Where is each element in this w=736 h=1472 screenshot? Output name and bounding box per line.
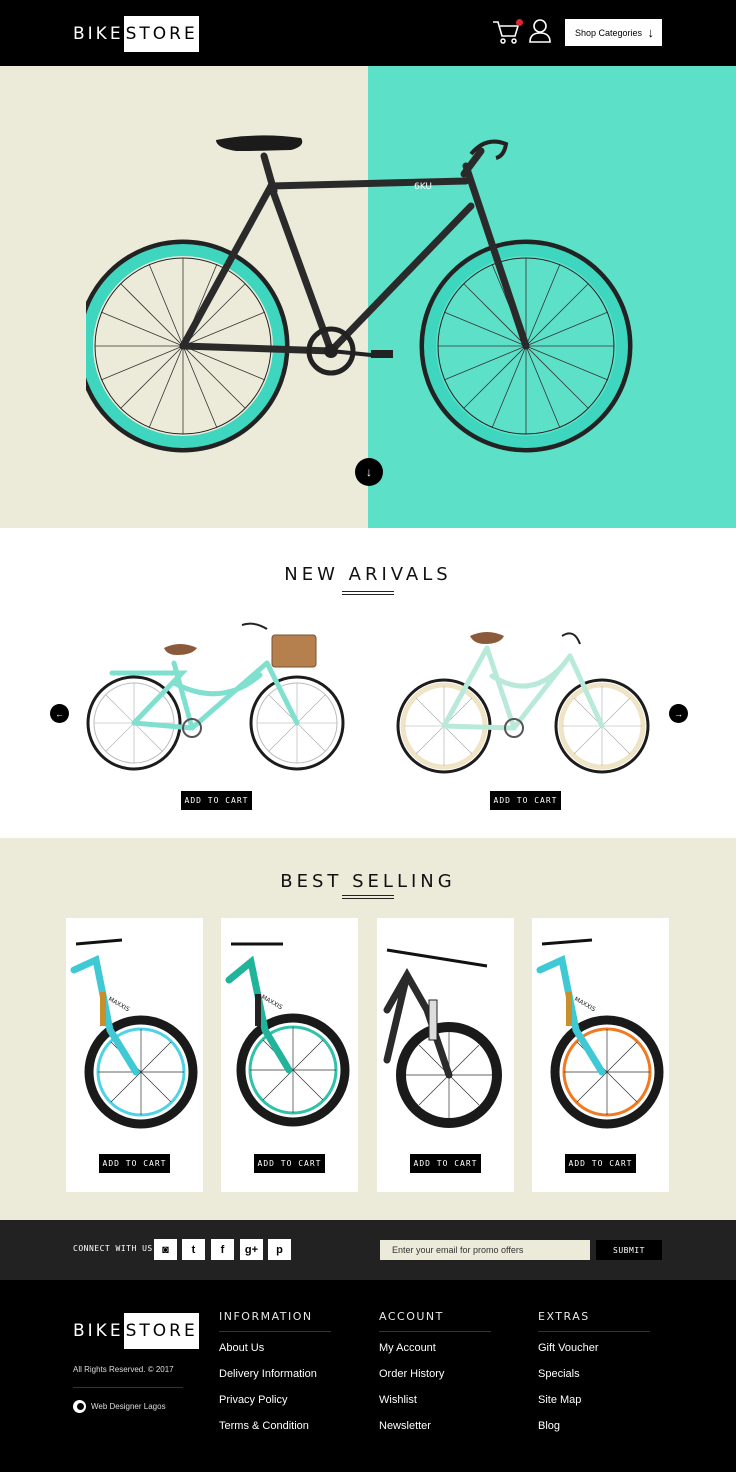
footer-column-extras: EXTRAS Gift Voucher Specials Site Map Bl… [538,1310,650,1434]
column-heading: ACCOUNT [379,1310,491,1332]
product-card[interactable]: MAXXIS ADD TO CART [221,918,358,1192]
product-bike-image: MAXXIS [70,938,198,1129]
google-plus-icon[interactable]: g+ [240,1239,263,1260]
designer-name: Web Designer Lagos [91,1402,166,1411]
footer-link[interactable]: Terms & Condition [219,1420,331,1434]
product-bike-image [383,948,502,1128]
title-divider [342,895,394,899]
connect-label: CONNECT WITH US: [73,1244,159,1253]
footer-link[interactable]: Privacy Policy [219,1394,331,1408]
footer-link[interactable]: My Account [379,1342,491,1356]
footer-link[interactable]: About Us [219,1342,331,1356]
twitter-icon[interactable]: t [182,1239,205,1260]
new-arrival-bike-image [396,632,650,774]
add-to-cart-button[interactable]: ADD TO CART [181,791,252,810]
hero-banner: 6KU ↓ [0,66,736,528]
add-to-cart-button[interactable]: ADD TO CART [490,791,561,810]
logo-store-text: STORE [123,1313,199,1349]
footer-link[interactable]: Order History [379,1368,491,1382]
column-heading: EXTRAS [538,1310,650,1332]
logo-bike-text: BIKE [73,1321,124,1341]
frame-brand-label: 6KU [414,182,432,192]
promo-email-input[interactable] [380,1240,590,1260]
hero-bike-image: 6KU [86,135,633,453]
title-divider [342,591,394,595]
user-icon[interactable] [528,18,552,44]
designer-credit[interactable]: Web Designer Lagos [73,1400,166,1413]
facebook-icon[interactable]: f [211,1239,234,1260]
best-selling-title: BEST SELLING [280,871,456,892]
site-footer: BIKE STORE All Rights Reserved. © 2017 W… [0,1280,736,1472]
add-to-cart-button[interactable]: ADD TO CART [410,1154,481,1173]
arrow-left-icon: ← [55,708,64,719]
product-bike-image: MAXXIS [536,938,664,1129]
cart-notification-dot [516,19,523,26]
designer-logo-icon [73,1400,86,1413]
carousel-next-button[interactable]: → [669,704,688,723]
best-selling-section: BEST SELLING MAXXIS ADD TO CART MAXXIS A… [0,838,736,1220]
footer-column-account: ACCOUNT My Account Order History Wishlis… [379,1310,491,1434]
arrow-down-icon: ↓ [647,25,655,40]
product-bike-image: MAXXIS [225,942,350,1127]
logo-store-text: STORE [123,16,199,52]
tire-brand-label: MAXXIS [107,996,131,1014]
pinterest-icon[interactable]: p [268,1239,291,1260]
shop-categories-button[interactable]: Shop Categories ↓ [565,19,662,46]
add-to-cart-button[interactable]: ADD TO CART [99,1154,170,1173]
logo-bike-text: BIKE [73,24,124,44]
footer-link[interactable]: Wishlist [379,1394,491,1408]
footer-column-information: INFORMATION About Us Delivery Informatio… [219,1310,331,1434]
product-card[interactable]: MAXXIS ADD TO CART [532,918,669,1192]
footer-link[interactable]: Newsletter [379,1420,491,1434]
instagram-icon[interactable]: ◙ [154,1239,177,1260]
new-arrival-bike-image [86,622,345,771]
carousel-prev-button[interactable]: ← [50,704,69,723]
add-to-cart-button[interactable]: ADD TO CART [565,1154,636,1173]
footer-link[interactable]: Blog [538,1420,650,1434]
logo[interactable]: BIKE STORE [73,16,199,52]
connect-bar: CONNECT WITH US: ◙ t f g+ p SUBMIT [0,1220,736,1280]
footer-link[interactable]: Site Map [538,1394,650,1408]
arrow-down-icon: ↓ [366,465,372,479]
footer-link[interactable]: Delivery Information [219,1368,331,1382]
copyright-text: All Rights Reserved. © 2017 [73,1365,174,1374]
arrow-right-icon: → [674,708,683,719]
add-to-cart-button[interactable]: ADD TO CART [254,1154,325,1173]
new-arrivals-section: NEW ARIVALS ← → ADD TO CART ADD TO CART [0,528,736,838]
footer-link[interactable]: Gift Voucher [538,1342,650,1356]
site-header: BIKE STORE Shop Categories ↓ [0,0,736,66]
footer-link[interactable]: Specials [538,1368,650,1382]
shop-categories-label: Shop Categories [575,27,643,38]
submit-button[interactable]: SUBMIT [596,1240,662,1260]
product-card[interactable]: ADD TO CART [377,918,514,1192]
new-arrivals-title: NEW ARIVALS [284,564,452,585]
tire-brand-label: MAXXIS [573,996,597,1014]
product-card[interactable]: MAXXIS ADD TO CART [66,918,203,1192]
scroll-down-button[interactable]: ↓ [355,458,383,486]
footer-logo[interactable]: BIKE STORE [73,1313,199,1349]
footer-divider [73,1387,183,1388]
column-heading: INFORMATION [219,1310,331,1332]
